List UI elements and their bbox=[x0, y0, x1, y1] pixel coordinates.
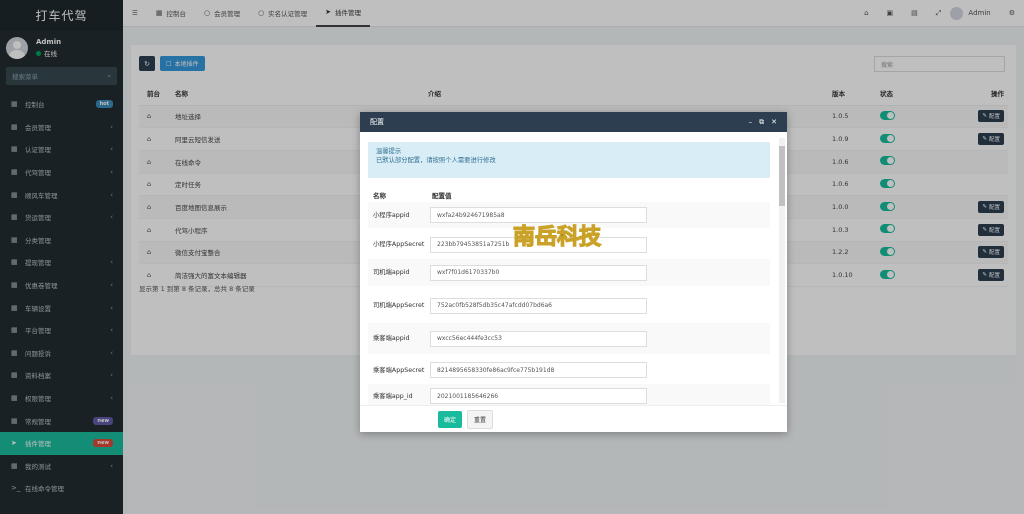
reset-button[interactable]: 重置 bbox=[467, 409, 494, 429]
config-field-input[interactable]: 8214895658330fe86ac9fce775b191d8 bbox=[430, 362, 647, 378]
modal-scrollbar[interactable] bbox=[779, 138, 785, 403]
close-icon[interactable]: ✕ bbox=[771, 118, 777, 127]
config-field-row: 乘客端appid wxcc56ec444fe3cc53 bbox=[368, 323, 770, 354]
config-field-input[interactable]: 752ac0fb528f5db35c47afcdd07bd6a6 bbox=[430, 297, 647, 314]
config-field-label: 乘客端app_id bbox=[373, 392, 413, 400]
scroll-thumb[interactable] bbox=[779, 146, 785, 206]
config-field-row: 乘客端app_id 2021001185646266 bbox=[368, 384, 770, 405]
config-field-label: 司机端AppSecret bbox=[373, 302, 425, 309]
config-field-row: 司机端appid wxf7f01d6170337b0 bbox=[368, 259, 770, 286]
modal-footer: 确定 重置 bbox=[360, 405, 787, 432]
modal-title: 配置 bbox=[370, 118, 384, 126]
config-field-input[interactable]: wxf7f01d6170337b0 bbox=[430, 264, 647, 281]
config-field-input[interactable]: wxcc56ec444fe3cc53 bbox=[430, 330, 647, 347]
watermark-logo: 南岳科技 bbox=[512, 223, 602, 250]
col-field-value: 配置值 bbox=[432, 192, 452, 200]
tip-box: 温馨提示 已默认部分配置，请按照个人需要进行修改 bbox=[368, 142, 770, 178]
modal-header[interactable]: 配置 – ⧉ ✕ bbox=[360, 112, 787, 132]
confirm-button[interactable]: 确定 bbox=[438, 410, 463, 428]
config-field-row: 乘客端AppSecret 8214895658330fe86ac9fce775b1… bbox=[368, 356, 770, 384]
config-field-label: 乘客端appid bbox=[373, 335, 410, 342]
config-field-input[interactable]: 2021001185646266 bbox=[430, 388, 647, 404]
config-field-label: 乘客端AppSecret bbox=[373, 366, 425, 374]
maximize-icon[interactable]: ⧉ bbox=[759, 118, 764, 127]
config-field-row: 司机端AppSecret 752ac0fb528f5db35c47afcdd07b… bbox=[368, 290, 770, 321]
tip-text: 已默认部分配置，请按照个人需要进行修改 bbox=[376, 157, 496, 164]
minimize-icon[interactable]: – bbox=[749, 118, 753, 127]
col-field-name: 名称 bbox=[373, 192, 386, 200]
config-modal: 配置 – ⧉ ✕ 温馨提示 已默认部分配置，请按照个人需要进行修改 名称 配置值… bbox=[360, 112, 787, 432]
modal-body: 温馨提示 已默认部分配置，请按照个人需要进行修改 名称 配置值 小程序appid… bbox=[360, 132, 787, 405]
config-field-label: 小程序appid bbox=[373, 211, 410, 219]
watermark-text: 南岳科技 bbox=[513, 224, 602, 250]
config-field-label: 小程序AppSecret bbox=[373, 241, 425, 248]
tip-title: 温馨提示 bbox=[376, 148, 402, 155]
config-field-label: 司机端appid bbox=[373, 269, 410, 276]
